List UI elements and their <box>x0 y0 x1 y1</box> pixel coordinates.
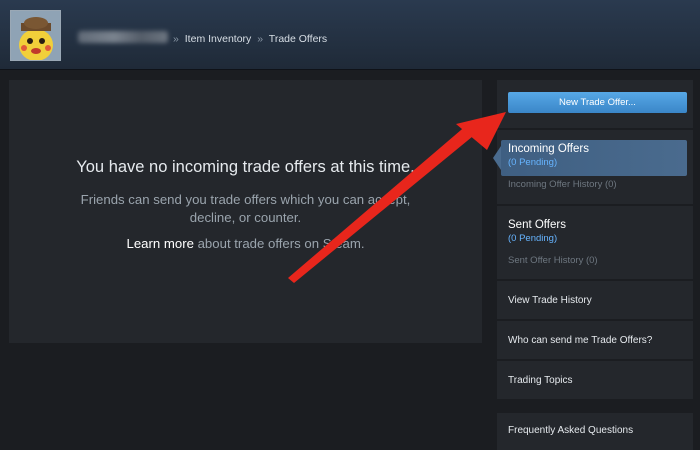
breadcrumb-trade-offers[interactable]: Trade Offers <box>269 33 327 45</box>
breadcrumb-item-inventory[interactable]: Item Inventory <box>185 33 252 45</box>
trade-offers-panel: You have no incoming trade offers at thi… <box>9 80 482 343</box>
divider <box>497 279 693 281</box>
breadcrumb-separator: » <box>173 33 179 45</box>
trade-sidebar: New Trade Offer... Incoming Offers (0 Pe… <box>493 80 693 450</box>
learn-more-link[interactable]: Learn more <box>126 236 193 251</box>
empty-state-body-line: decline, or counter. <box>189 210 302 225</box>
breadcrumb: » Item Inventory » Trade Offers <box>170 33 327 45</box>
trading-topics-link[interactable]: Trading Topics <box>508 375 572 386</box>
breadcrumb-separator: » <box>257 33 264 45</box>
empty-state-title: You have no incoming trade offers at thi… <box>76 158 415 176</box>
avatar[interactable] <box>10 10 61 61</box>
empty-state-body-line: Friends can send you trade offers which … <box>80 192 411 207</box>
incoming-offers-title[interactable]: Incoming Offers <box>508 143 589 155</box>
divider <box>497 399 693 413</box>
learn-more-line: Learn more about trade offers on Steam. <box>9 236 482 251</box>
profile-header: » Item Inventory » Trade Offers <box>0 0 700 70</box>
incoming-pending-count: (0 Pending) <box>508 157 558 168</box>
username-blurred[interactable] <box>78 31 168 43</box>
who-can-send-link[interactable]: Who can send me Trade Offers? <box>508 335 652 346</box>
divider <box>497 128 693 130</box>
incoming-offer-history-link[interactable]: Incoming Offer History (0) <box>508 179 617 190</box>
view-trade-history-link[interactable]: View Trade History <box>508 295 592 306</box>
empty-state-body: Friends can send you trade offers which … <box>9 191 482 227</box>
sent-pending-count: (0 Pending) <box>508 233 558 244</box>
learn-more-text: about trade offers on Steam. <box>193 236 365 251</box>
faq-link[interactable]: Frequently Asked Questions <box>508 425 633 436</box>
divider <box>497 204 693 206</box>
new-trade-offer-button[interactable]: New Trade Offer... <box>508 92 687 113</box>
sent-offers-title[interactable]: Sent Offers <box>508 219 566 231</box>
divider <box>497 319 693 321</box>
sent-offer-history-link[interactable]: Sent Offer History (0) <box>508 255 598 266</box>
divider <box>497 359 693 361</box>
